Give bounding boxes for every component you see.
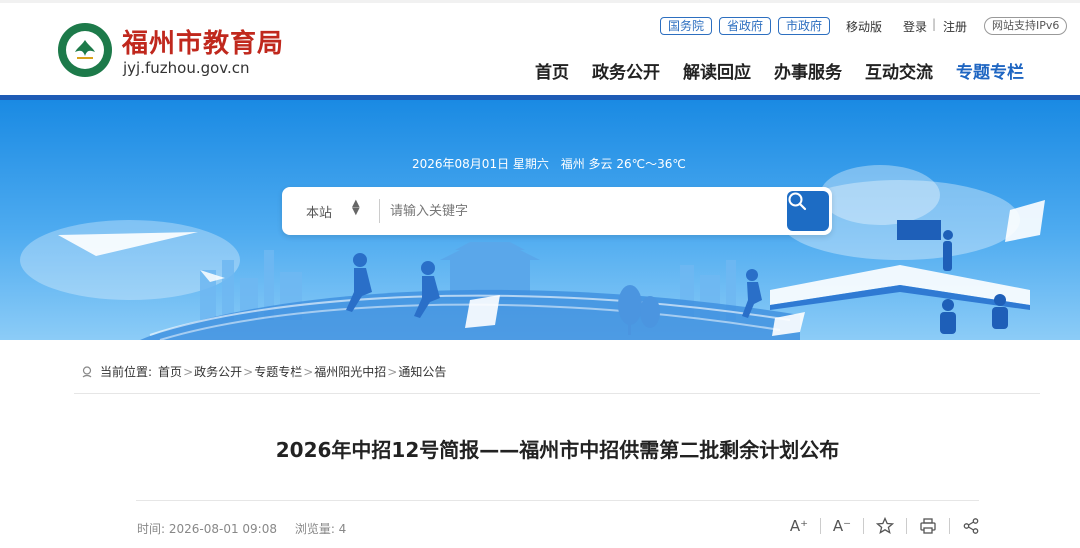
- site-url: jyj.fuzhou.gov.cn: [123, 59, 250, 77]
- font-decrease-icon[interactable]: A⁻: [831, 516, 853, 536]
- tool-separator: [906, 518, 907, 534]
- current-date: 2026年08月01日 星期六: [412, 157, 549, 171]
- breadcrumb-notices[interactable]: 通知公告: [398, 363, 446, 380]
- gov-links: 国务院 省政府 市政府: [660, 17, 831, 35]
- nav-interaction[interactable]: 互动交流: [865, 58, 933, 83]
- weather: 福州 多云 26℃～36℃: [560, 157, 686, 171]
- tool-separator: [863, 518, 864, 534]
- logo-emblem-icon[interactable]: [58, 23, 112, 77]
- breadcrumb: 当前位置: 首页 > 政务公开 > 专题专栏 > 福州阳光中招 > 通知公告: [80, 363, 446, 380]
- gov-link-city[interactable]: 市政府: [778, 17, 831, 35]
- date-weather: 2026年08月01日 星期六 福州 多云 26℃～36℃: [412, 155, 694, 172]
- gov-link-province[interactable]: 省政府: [719, 17, 772, 35]
- search-box: 本站 ▲ ▼: [282, 187, 832, 235]
- breadcrumb-label: 当前位置:: [100, 365, 153, 379]
- search-input[interactable]: [390, 197, 780, 225]
- breadcrumb-separator: >: [387, 364, 398, 379]
- breadcrumb-special-topics[interactable]: 专题专栏: [254, 363, 302, 380]
- tool-separator: [820, 518, 821, 534]
- breadcrumb-sunshine-exam[interactable]: 福州阳光中招: [314, 363, 386, 380]
- search-divider: [379, 199, 380, 223]
- scope-arrows-icon[interactable]: ▲ ▼: [352, 199, 360, 217]
- nav-interpretation[interactable]: 解读回应: [683, 58, 751, 83]
- breadcrumb-separator: >: [303, 364, 314, 379]
- location-pin-icon: [82, 365, 92, 377]
- search-button[interactable]: [787, 191, 829, 231]
- login-separator: |: [932, 17, 937, 31]
- article-title: 2026年中招12号简报——福州市中招供需第二批剩余计划公布: [275, 438, 840, 462]
- star-icon[interactable]: [874, 516, 896, 536]
- breadcrumb-gov-affairs[interactable]: 政务公开: [194, 363, 242, 380]
- share-icon[interactable]: [960, 516, 982, 536]
- gov-link-state-council[interactable]: 国务院: [660, 17, 713, 35]
- article-card: 当前位置: 首页 > 政务公开 > 专题专栏 > 福州阳光中招 > 通知公告 2…: [60, 340, 1055, 548]
- login-link[interactable]: 登录: [903, 18, 927, 35]
- nav-special-topics[interactable]: 专题专栏: [956, 58, 1024, 83]
- article-meta: 时间: 2026-08-01 09:08 浏览量: 4: [137, 520, 360, 537]
- view-count: 浏览量: 4: [294, 522, 347, 536]
- font-increase-icon[interactable]: A⁺: [788, 516, 810, 536]
- divider: [74, 393, 1040, 394]
- site-title[interactable]: 福州市教育局: [122, 23, 284, 60]
- search-scope-select[interactable]: 本站: [306, 202, 332, 221]
- breadcrumb-separator: >: [243, 364, 254, 379]
- nav-gov-affairs[interactable]: 政务公开: [592, 58, 660, 83]
- main-nav: 首页 政务公开 解读回应 办事服务 互动交流 专题专栏: [535, 58, 1024, 83]
- tool-separator: [949, 518, 950, 534]
- mobile-version-link[interactable]: 移动版: [846, 18, 882, 35]
- divider: [136, 500, 979, 501]
- nav-services[interactable]: 办事服务: [774, 58, 842, 83]
- site-header: 福州市教育局 jyj.fuzhou.gov.cn 国务院 省政府 市政府 移动版…: [0, 0, 1080, 95]
- publish-time: 时间: 2026-08-01 09:08: [137, 522, 277, 536]
- search-icon: [788, 192, 807, 211]
- breadcrumb-home[interactable]: 首页: [158, 363, 182, 380]
- breadcrumb-separator: >: [183, 364, 194, 379]
- nav-home[interactable]: 首页: [535, 58, 569, 83]
- register-link[interactable]: 注册: [943, 18, 967, 35]
- ipv6-badge: 网站支持IPv6: [984, 17, 1068, 35]
- article-tools: A⁺ A⁻: [788, 516, 982, 536]
- print-icon[interactable]: [917, 516, 939, 536]
- banner: 2026年08月01日 星期六 福州 多云 26℃～36℃ 本站 ▲ ▼: [0, 100, 1080, 340]
